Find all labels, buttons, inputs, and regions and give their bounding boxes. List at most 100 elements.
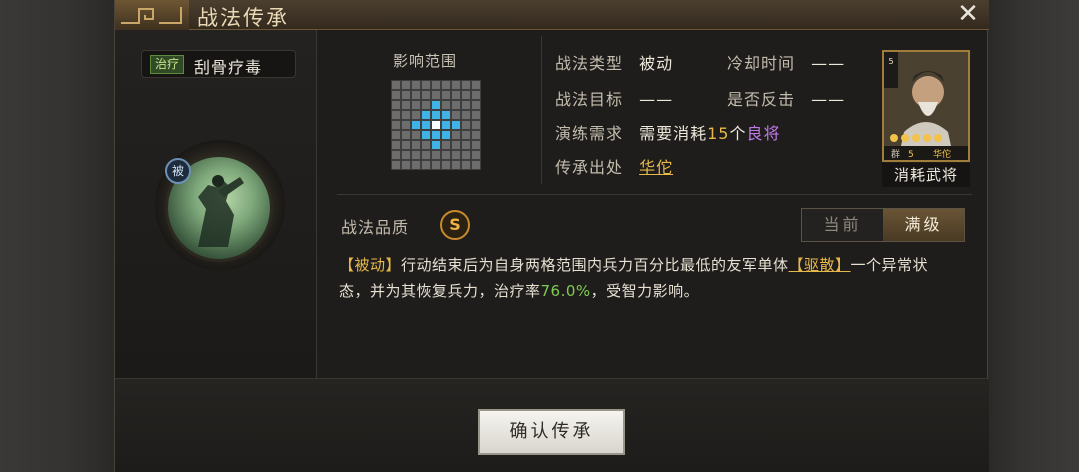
origin-row: 传承出处 华佗 [555, 154, 673, 178]
range-cell [401, 100, 411, 110]
range-cell [451, 110, 461, 120]
divider-horizontal [337, 194, 972, 195]
cooldown-value: —— [811, 54, 846, 73]
skill-inherit-dialog: 战法传承 ✕ 治疗 刮骨疗毒 被 影响范围 战法类型 被动 冷却时间 —— 战法… [114, 0, 989, 472]
range-cell [461, 90, 471, 100]
tab-current-level[interactable]: 当前 [802, 209, 883, 241]
range-cell [401, 80, 411, 90]
desc-text-3: ，受智力影响。 [590, 282, 700, 300]
range-cell [471, 120, 481, 130]
range-cell [471, 80, 481, 90]
range-cell [411, 90, 421, 100]
confirm-inherit-button[interactable]: 确认传承 [478, 409, 625, 455]
skill-name-box: 治疗 刮骨疗毒 [141, 50, 296, 78]
title-bar: 战法传承 ✕ [115, 0, 989, 30]
range-cell [451, 160, 461, 170]
skill-type-label: 战法类型 [555, 54, 624, 73]
range-cell [421, 150, 431, 160]
range-cell [471, 150, 481, 160]
range-cell [421, 130, 431, 140]
range-cell [401, 160, 411, 170]
range-cell [441, 130, 451, 140]
title-ornament [115, 0, 189, 30]
range-cell [451, 80, 461, 90]
origin-link[interactable]: 华佗 [639, 158, 673, 177]
range-cell [411, 160, 421, 170]
tab-max-level[interactable]: 满级 [883, 209, 964, 241]
close-icon[interactable]: ✕ [955, 1, 981, 28]
quality-label: 战法品质 [341, 218, 410, 237]
skill-type-value: 被动 [639, 54, 674, 73]
range-cell [421, 120, 431, 130]
range-cell [431, 80, 441, 90]
range-cell [421, 140, 431, 150]
range-cell [391, 110, 401, 120]
range-cell [471, 90, 481, 100]
skill-target-row: 战法目标 —— [555, 86, 673, 110]
range-cell [461, 150, 471, 160]
range-cell [451, 120, 461, 130]
portrait-level: 5 [908, 150, 914, 160]
bottom-bar: 确认传承 [115, 378, 989, 472]
range-cell [451, 150, 461, 160]
range-cell [391, 160, 401, 170]
train-prefix: 需要消耗 [639, 124, 708, 143]
skill-target-label: 战法目标 [555, 90, 624, 109]
range-cell [471, 140, 481, 150]
range-cell [441, 160, 451, 170]
range-cell [421, 90, 431, 100]
counter-label: 是否反击 [727, 90, 796, 109]
range-cell [441, 120, 451, 130]
range-cell [411, 80, 421, 90]
range-cell [451, 100, 461, 110]
quality-grade-badge: S [440, 210, 470, 240]
range-cell [391, 150, 401, 160]
range-cell [421, 100, 431, 110]
train-item: 良将 [746, 124, 781, 143]
range-cell [391, 100, 401, 110]
range-cell [391, 140, 401, 150]
desc-dispel-tag[interactable]: 【驱散】 [789, 256, 851, 274]
cooldown-label: 冷却时间 [727, 54, 796, 73]
range-cell [401, 90, 411, 100]
left-panel: 治疗 刮骨疗毒 被 [115, 30, 317, 378]
range-cell [411, 110, 421, 120]
desc-heal-rate: 76.0% [540, 282, 591, 300]
range-cell [391, 80, 401, 90]
skill-type-row: 战法类型 被动 [555, 50, 673, 74]
range-cell [461, 140, 471, 150]
range-cell [471, 130, 481, 140]
skill-name: 刮骨疗毒 [194, 58, 263, 77]
range-cell [421, 80, 431, 90]
portrait-faction: 群 [891, 148, 900, 160]
range-cell [451, 130, 461, 140]
range-cell [471, 160, 481, 170]
range-cell [391, 130, 401, 140]
range-cell [431, 140, 441, 150]
backdrop-left [0, 0, 114, 472]
counter-value: —— [811, 90, 846, 109]
cooldown-row: 冷却时间 —— [727, 50, 845, 74]
train-row: 演练需求 需要消耗15个良将 [555, 120, 781, 144]
range-cell [431, 160, 441, 170]
range-cell [461, 100, 471, 110]
counter-row: 是否反击 —— [727, 86, 845, 110]
divider-vertical [541, 36, 542, 184]
range-cell [411, 140, 421, 150]
range-cell [411, 130, 421, 140]
range-cell [441, 80, 451, 90]
level-toggle: 当前 满级 [801, 208, 965, 242]
range-cell [411, 120, 421, 130]
range-cell [461, 80, 471, 90]
train-label: 演练需求 [555, 124, 624, 143]
range-cell [411, 150, 421, 160]
range-cell [431, 90, 441, 100]
range-cell [461, 130, 471, 140]
range-grid [391, 80, 481, 170]
range-cell [471, 110, 481, 120]
general-portrait-card[interactable]: 5 群 5 华佗 [882, 50, 970, 162]
range-cell [441, 140, 451, 150]
range-cell [431, 110, 441, 120]
train-count: 15 [707, 124, 730, 143]
range-cell [441, 110, 451, 120]
